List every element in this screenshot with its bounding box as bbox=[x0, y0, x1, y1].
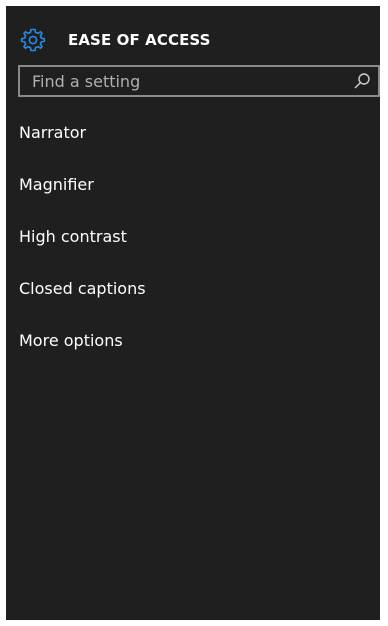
menu-item-more-options[interactable]: More options bbox=[19, 331, 146, 383]
menu-item-narrator[interactable]: Narrator bbox=[19, 123, 146, 175]
menu-item-high-contrast[interactable]: High contrast bbox=[19, 227, 146, 279]
page-header: EASE OF ACCESS bbox=[20, 26, 211, 54]
search-icon[interactable] bbox=[352, 71, 372, 91]
settings-screen: EASE OF ACCESS Narrator Magnifier High c… bbox=[6, 6, 380, 620]
search-input[interactable] bbox=[20, 67, 340, 95]
menu-item-magnifier[interactable]: Magnifier bbox=[19, 175, 146, 227]
page-title: EASE OF ACCESS bbox=[68, 31, 211, 49]
menu-item-closed-captions[interactable]: Closed captions bbox=[19, 279, 146, 331]
gear-icon bbox=[20, 28, 46, 52]
search-box[interactable] bbox=[18, 65, 380, 97]
settings-list: Narrator Magnifier High contrast Closed … bbox=[19, 123, 146, 383]
